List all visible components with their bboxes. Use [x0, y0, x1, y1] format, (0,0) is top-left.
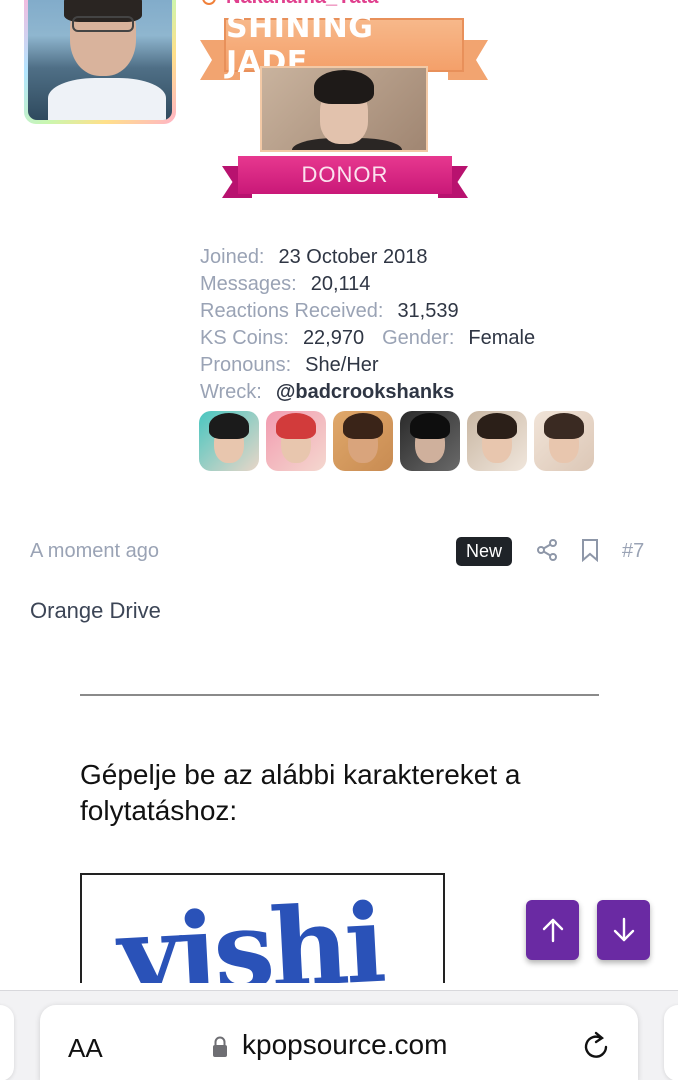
captcha-text-graphic: yishi: [113, 881, 387, 983]
post-timestamp[interactable]: A moment ago: [30, 540, 159, 563]
gender-value: Female: [468, 327, 536, 349]
reactions-value: 31,539: [397, 300, 459, 322]
user-avatar[interactable]: [24, 0, 176, 124]
pronouns-label: Pronouns:: [200, 354, 292, 376]
joined-label: Joined:: [200, 246, 265, 268]
pronouns-value: She/Her: [305, 354, 379, 376]
captcha-prompt: Gépelje be az alábbi karaktereket a foly…: [80, 759, 521, 826]
online-status-icon: [202, 0, 216, 5]
avatar-photo: [28, 0, 172, 120]
wreck-value: @badcrookshanks: [275, 381, 455, 403]
next-tab-edge[interactable]: [664, 1005, 678, 1080]
collection-thumbnails: [199, 411, 594, 471]
scroll-bottom-button[interactable]: [597, 900, 650, 960]
user-banner: SHINING JADE DONOR: [198, 10, 490, 204]
banner-photo: [260, 66, 428, 152]
post-body-text: Orange Drive: [30, 598, 161, 623]
aa-label: AA: [68, 1033, 103, 1063]
url-text[interactable]: kpopsource.com: [242, 1029, 447, 1061]
browser-toolbar: AA kpopsource.com: [0, 990, 678, 1080]
divider: [80, 694, 599, 696]
bookmark-icon[interactable]: [579, 538, 601, 562]
new-badge: New: [456, 537, 512, 566]
address-bar[interactable]: AA kpopsource.com: [40, 1005, 638, 1080]
collection-thumbnail[interactable]: [534, 411, 594, 471]
collection-thumbnail[interactable]: [467, 411, 527, 471]
reload-icon[interactable]: [582, 1029, 612, 1061]
donor-badge: DONOR: [301, 162, 389, 187]
reactions-label: Reactions Received:: [200, 300, 384, 322]
messages-label: Messages:: [200, 273, 297, 295]
post-number-link[interactable]: #7: [622, 540, 644, 563]
username-text: Nakahama_Yata: [226, 0, 378, 8]
captcha-image: yishi: [80, 873, 445, 983]
user-stats: Joined: 23 October 2018 Messages: 20,114 R…: [200, 244, 553, 406]
gender-label: Gender:: [382, 327, 455, 349]
donor-ribbon: DONOR: [222, 156, 468, 202]
collection-thumbnail[interactable]: [400, 411, 460, 471]
arrow-up-icon: [542, 918, 563, 943]
coins-value: 22,970: [302, 327, 365, 349]
share-icon[interactable]: [535, 538, 559, 562]
wreck-label: Wreck:: [200, 381, 262, 403]
messages-value[interactable]: 20,114: [311, 273, 371, 295]
lock-icon: [213, 1036, 227, 1057]
arrow-down-icon: [613, 917, 634, 942]
collection-thumbnail[interactable]: [266, 411, 326, 471]
previous-tab-edge[interactable]: [0, 1005, 14, 1080]
username-link[interactable]: Nakahama_Yata: [202, 0, 378, 9]
reader-options-button[interactable]: AA: [68, 1033, 103, 1064]
collection-thumbnail[interactable]: [333, 411, 393, 471]
coins-label: KS Coins:: [200, 327, 289, 349]
collection-thumbnail[interactable]: [199, 411, 259, 471]
scroll-top-button[interactable]: [526, 900, 579, 960]
captcha-characters: yishi: [113, 881, 387, 983]
joined-value: 23 October 2018: [278, 246, 428, 268]
